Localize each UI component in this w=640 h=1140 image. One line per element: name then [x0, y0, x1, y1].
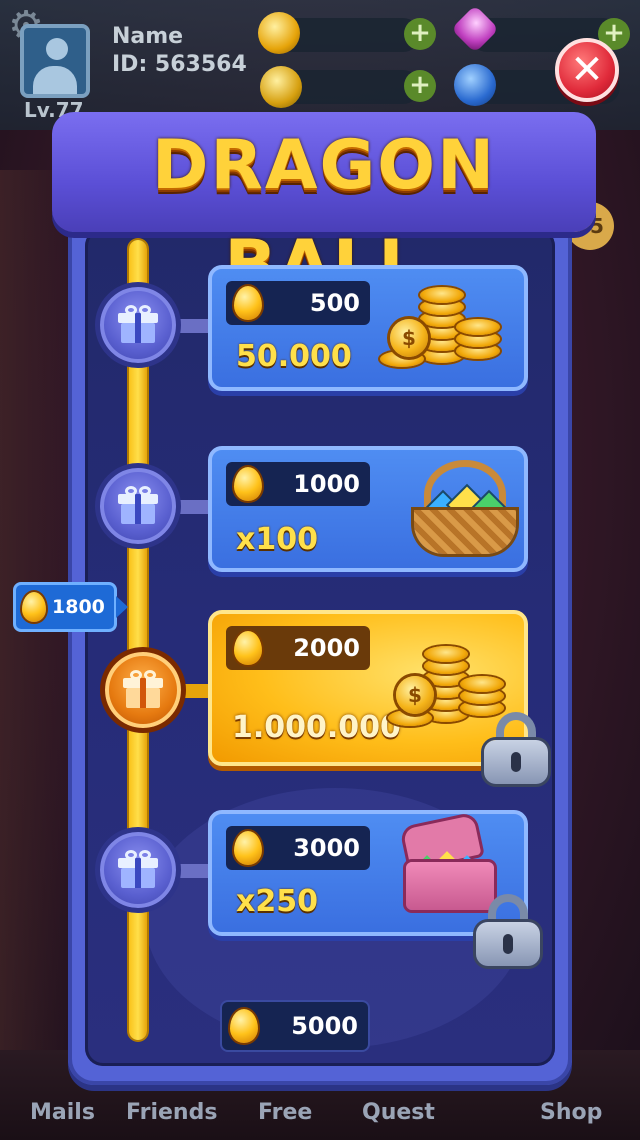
tier-4-gift-node[interactable]	[95, 827, 181, 913]
player-id: ID: 563564	[112, 52, 247, 77]
dialog-title: DRAGON BALL	[152, 126, 496, 305]
gem-basket-icon	[410, 460, 520, 556]
egg-icon	[234, 631, 262, 665]
lock-icon	[476, 894, 540, 966]
tier-cost-value: 1000	[293, 470, 360, 498]
player-avatar[interactable]	[20, 24, 90, 98]
avatar-head	[46, 38, 68, 60]
add-coins-button[interactable]: +	[404, 18, 436, 50]
coin-icon	[258, 12, 300, 54]
tier-5-cost[interactable]: 5000	[222, 1002, 368, 1050]
tier-cost-value: 5000	[291, 1012, 358, 1040]
tier-1-gift-node[interactable]	[95, 282, 181, 368]
tier-reward-amount: 50.000	[236, 339, 352, 374]
tier-cost-value: 3000	[293, 834, 360, 862]
nav-tab-quest[interactable]: Quest	[362, 1100, 435, 1125]
egg-icon	[234, 831, 262, 865]
tier-cost-value: 2000	[293, 634, 360, 662]
gift-icon	[118, 850, 158, 888]
egg-icon	[230, 1009, 258, 1043]
progress-value: 1800	[52, 596, 105, 618]
tier-cost: 500	[226, 281, 370, 325]
lightning-icon	[454, 64, 496, 106]
tier-3-gift-node[interactable]	[100, 647, 186, 733]
progress-marker: 1800	[13, 582, 128, 632]
player-name: Name	[112, 24, 184, 49]
tier-2-gift-node[interactable]	[95, 463, 181, 549]
tier-reward-amount: x100	[236, 522, 318, 557]
tier-cost-value: 500	[309, 289, 360, 317]
avatar-body	[33, 66, 77, 94]
egg-icon	[234, 286, 262, 320]
tier-reward-amount: x250	[236, 884, 318, 919]
tier-cost: 3000	[226, 826, 370, 870]
egg-icon	[22, 592, 46, 622]
coin-pile-icon: $	[376, 285, 506, 375]
gift-icon	[118, 486, 158, 524]
gift-icon	[123, 670, 163, 708]
lightbulb-icon	[260, 66, 302, 108]
gift-icon	[118, 305, 158, 343]
nav-tab-free[interactable]: Free	[258, 1100, 312, 1125]
egg-icon	[234, 467, 262, 501]
nav-tab-shop[interactable]: Shop	[540, 1100, 602, 1125]
close-button[interactable]: ✕	[555, 38, 619, 102]
tier-cost: 2000	[226, 626, 370, 670]
nav-tab-friends[interactable]: Friends	[126, 1100, 217, 1125]
tier-reward-amount: 1.000.000	[232, 710, 401, 745]
close-icon: ✕	[570, 47, 604, 93]
add-hint-button[interactable]: +	[404, 70, 436, 102]
lock-icon	[484, 712, 548, 784]
nav-tab-mails[interactable]: Mails	[30, 1100, 95, 1125]
tier-cost: 1000	[226, 462, 370, 506]
background-side-menu	[572, 190, 640, 1010]
